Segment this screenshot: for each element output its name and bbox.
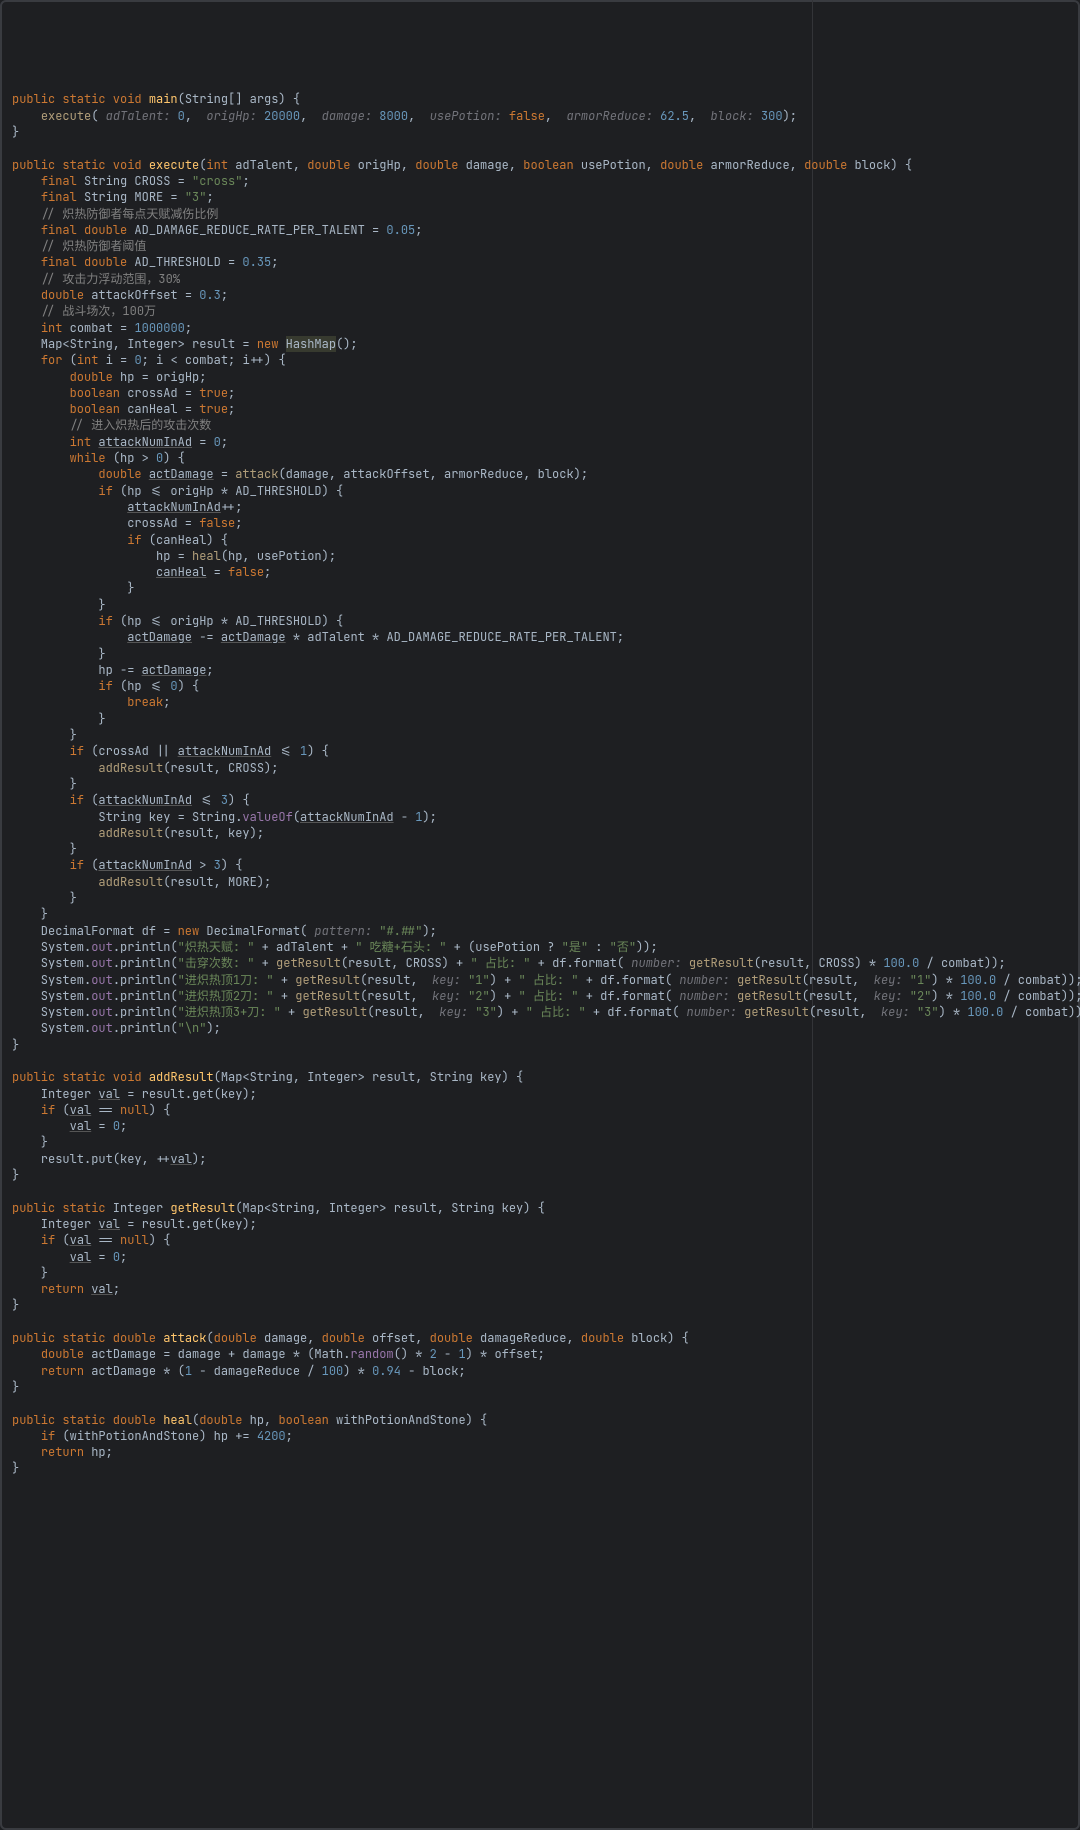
code-editor[interactable]: public static void main(String[] args) {… [12, 91, 1068, 1476]
